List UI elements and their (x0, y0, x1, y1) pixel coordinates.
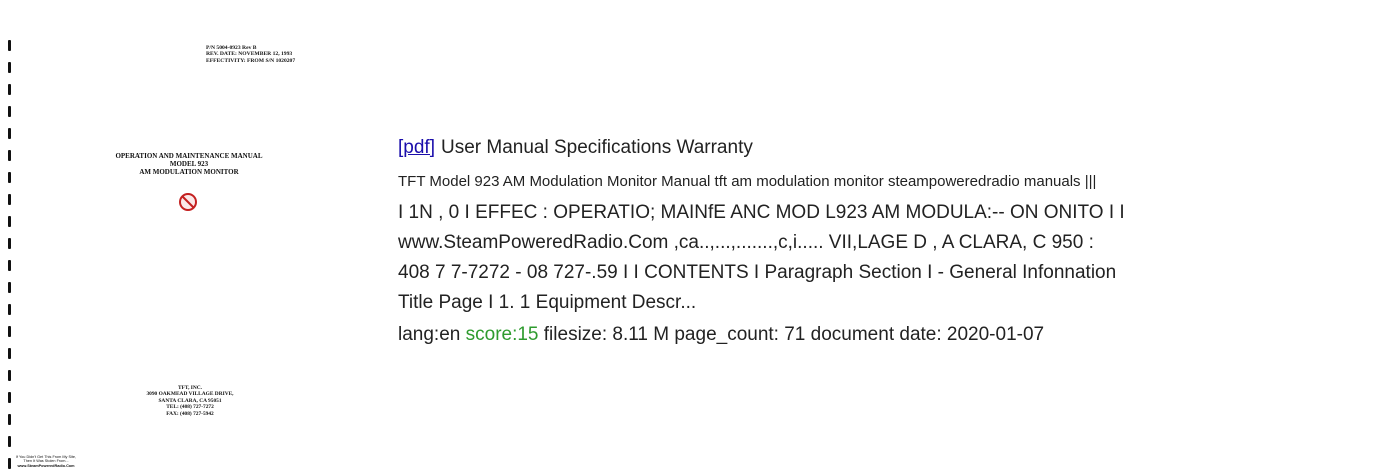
no-symbol-icon (179, 193, 197, 211)
binding-holes (8, 40, 14, 470)
manual-title-line: OPERATION AND MAINTENANCE MANUAL (115, 152, 263, 160)
result-title-row: [pdf] User Manual Specifications Warranty (398, 136, 1368, 160)
snippet-line: I 1N , 0 I EFFEC : OPERATIO; MAINfE ANC … (398, 202, 1125, 223)
file-info: filesize: 8.11 M page_count: 71 document… (543, 324, 1045, 345)
model-line: MODEL 923 (169, 160, 209, 168)
result-tags: TFT Model 923 AM Modulation Monitor Manu… (398, 173, 1097, 190)
result-title: User Manual Specifications Warranty (440, 137, 753, 158)
snippet-line: 408 7 7-7272 - 08 727-.59 I I CONTENTS I… (398, 262, 1117, 283)
result-meta: lang:en score:15 filesize: 8.11 M page_c… (398, 322, 1368, 348)
result-snippet: I 1N , 0 I EFFEC : OPERATIO; MAINfE ANC … (398, 198, 1368, 318)
part-number-block: P/N 5004-0923 Rev B REV. DATE: NOVEMBER … (206, 45, 366, 64)
document-thumbnail[interactable]: P/N 5004-0923 Rev B REV. DATE: NOVEMBER … (0, 0, 375, 475)
lang-label: lang:en (398, 324, 461, 345)
pdf-link[interactable]: [pdf] (398, 137, 435, 158)
snippet-line: www.SteamPoweredRadio.Com ,ca..,...,....… (398, 232, 1094, 253)
score-label: score:15 (465, 324, 539, 345)
search-result: [pdf] User Manual Specifications Warranty… (398, 136, 1368, 348)
manual-title-block: OPERATION AND MAINTENANCE MANUAL MODEL 9… (54, 152, 324, 176)
product-line: AM MODULATION MONITOR (139, 168, 239, 176)
watermark-url: www.SteamPoweredRadio.Com (17, 463, 75, 468)
company-address-block: TFT, INC. 3090 OAKMEAD VILLAGE DRIVE, SA… (110, 385, 270, 417)
snippet-line: Title Page I 1. 1 Equipment Descr... (398, 292, 697, 313)
watermark-note: If You Didn't Get This From My Site, The… (6, 455, 86, 468)
effectivity-line: EFFECTIVITY: FROM S/N 1020207 (206, 57, 296, 64)
fax-line: FAX: (408) 727-5942 (166, 410, 214, 417)
